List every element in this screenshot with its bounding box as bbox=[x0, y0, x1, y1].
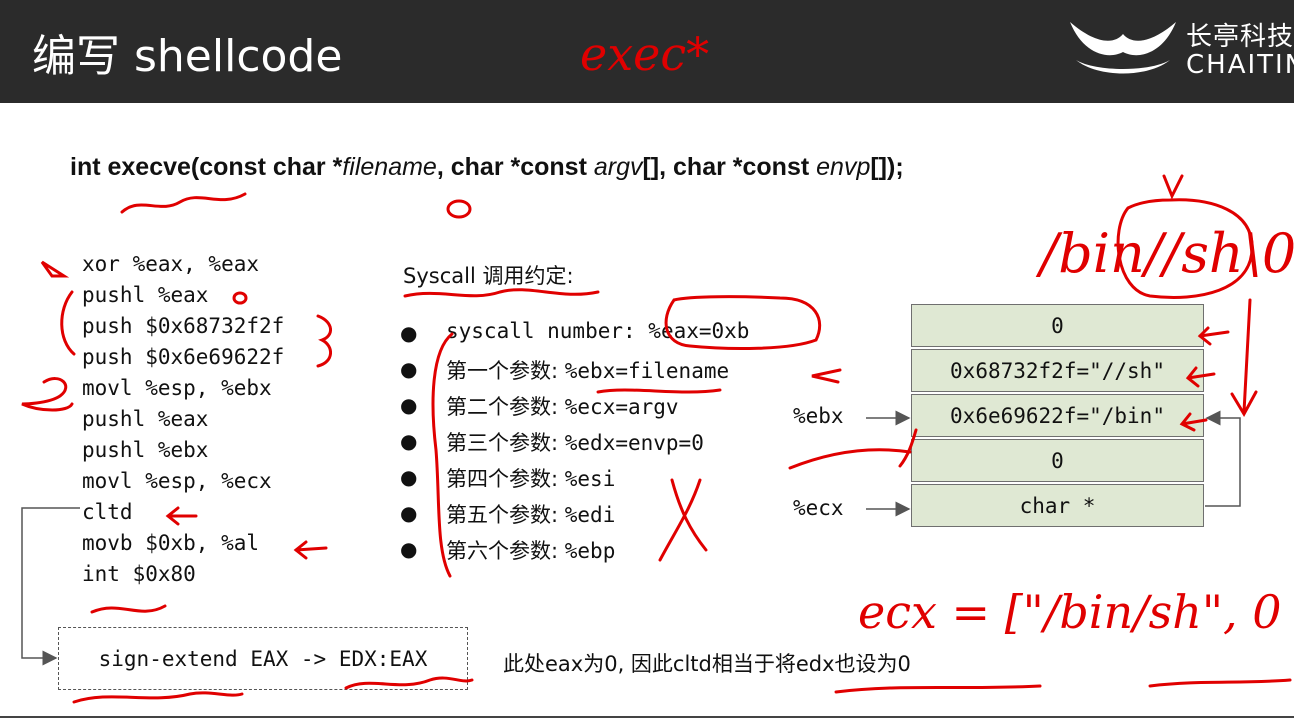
bottom-rule bbox=[0, 716, 1294, 718]
binsh-path-annotation: /bin//sh\0 bbox=[1035, 222, 1294, 285]
diagram-overlay: exec* /bin//sh\0 ecx = ["/bin/sh", 0 ] bbox=[21, 27, 1294, 704]
ecx-value-annotation: ecx = ["/bin/sh", 0 ] bbox=[858, 585, 1294, 639]
cltd-note-arrow bbox=[21, 507, 80, 666]
exec-annotation: exec* bbox=[580, 27, 709, 81]
argv-pointer-arrow bbox=[1205, 410, 1241, 507]
